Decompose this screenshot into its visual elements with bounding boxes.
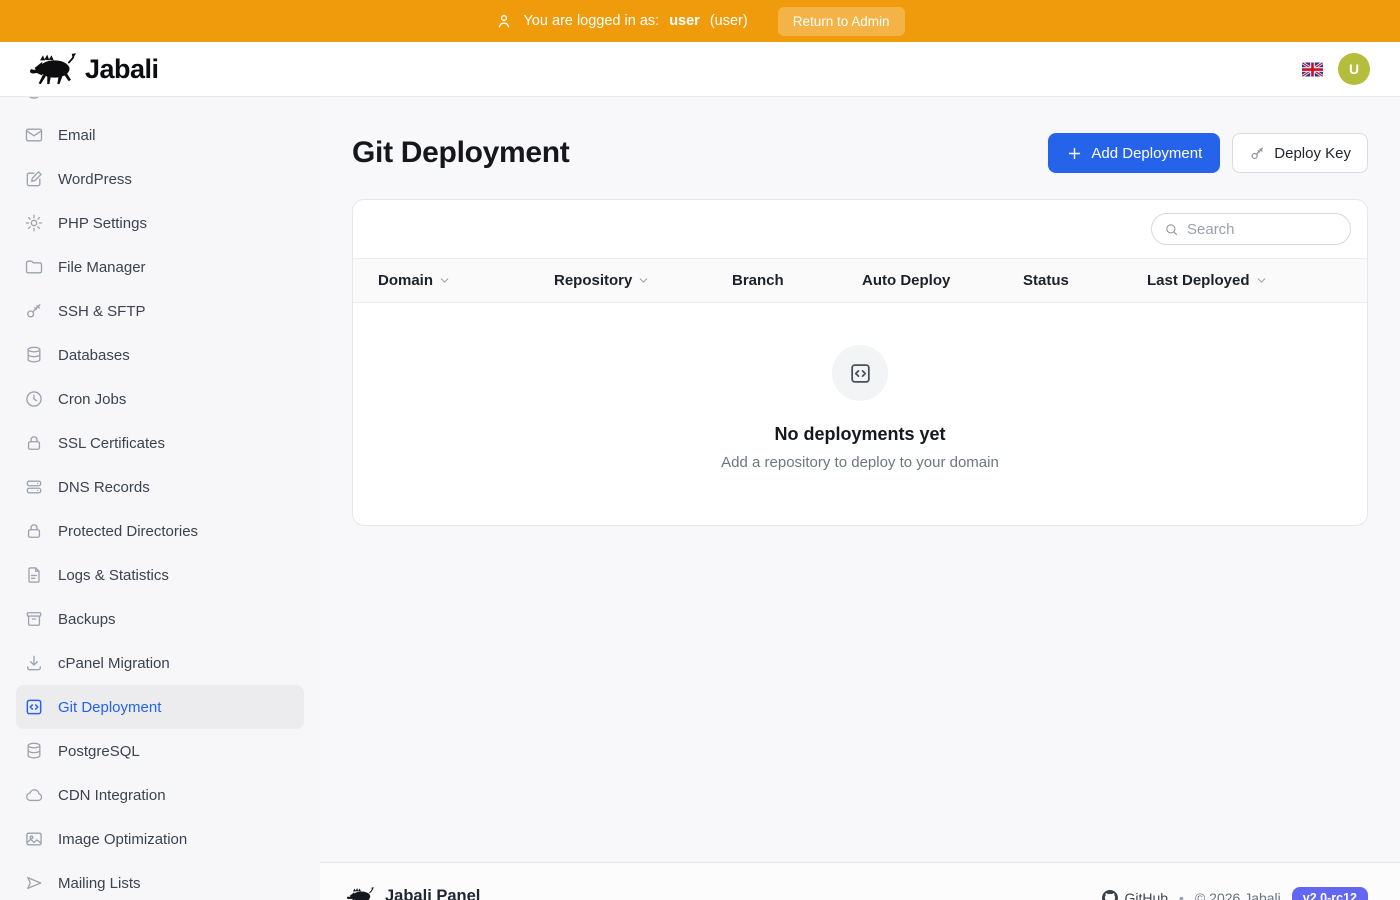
sidebar-item-php-settings[interactable]: PHP Settings	[16, 201, 304, 245]
github-icon	[1102, 890, 1118, 900]
uk-flag-icon[interactable]	[1302, 62, 1323, 77]
sidebar-item-cron-jobs[interactable]: Cron Jobs	[16, 377, 304, 421]
navbar: Jabali U	[0, 42, 1400, 97]
sidebar: Email WordPress PHP Settings File Manage…	[0, 97, 320, 900]
archive-icon	[24, 609, 44, 629]
gear-icon	[24, 213, 44, 233]
server-icon	[24, 477, 44, 497]
sidebar-item-clipped	[16, 97, 304, 113]
database-icon	[24, 345, 44, 365]
plus-icon	[1066, 145, 1083, 162]
sidebar-item-wordpress[interactable]: WordPress	[16, 157, 304, 201]
table-header-row: Domain Repository Branch Auto Deploy S	[353, 258, 1367, 303]
column-header-domain[interactable]: Domain	[378, 272, 554, 289]
paper-plane-icon	[24, 873, 44, 893]
download-icon	[24, 653, 44, 673]
footer-brand: Jabali Panel	[385, 887, 480, 900]
pencil-square-icon	[24, 169, 44, 189]
cloud-icon	[24, 785, 44, 805]
column-header-auto-deploy: Auto Deploy	[862, 272, 1023, 289]
key-icon	[24, 301, 44, 321]
document-icon	[24, 565, 44, 585]
sidebar-item-file-manager[interactable]: File Manager	[16, 245, 304, 289]
column-header-branch: Branch	[732, 272, 862, 289]
empty-state-title: No deployments yet	[774, 424, 945, 445]
sidebar-item-cdn-integration[interactable]: CDN Integration	[16, 773, 304, 817]
chevron-down-icon	[438, 274, 451, 287]
key-icon	[1249, 145, 1266, 162]
sidebar-item-mailing-lists[interactable]: Mailing Lists	[16, 861, 304, 900]
sidebar-item-git-deployment[interactable]: Git Deployment	[16, 685, 304, 729]
sidebar-item-logs-statistics[interactable]: Logs & Statistics	[16, 553, 304, 597]
deploy-key-button[interactable]: Deploy Key	[1232, 133, 1368, 173]
search-box	[1151, 213, 1351, 245]
folder-icon	[24, 257, 44, 277]
empty-state-badge	[832, 345, 888, 401]
boar-logo-icon	[347, 887, 374, 900]
sidebar-item-protected-directories[interactable]: Protected Directories	[16, 509, 304, 553]
empty-state-subtitle: Add a repository to deploy to your domai…	[721, 454, 999, 471]
page-title: Git Deployment	[352, 136, 570, 170]
return-to-admin-button[interactable]: Return to Admin	[778, 7, 905, 36]
github-link[interactable]: GitHub	[1102, 890, 1168, 900]
footer-separator: •	[1179, 890, 1184, 900]
boar-logo-icon	[30, 53, 76, 85]
code-square-icon	[24, 697, 44, 717]
impersonation-bar: You are logged in as: user (user) Return…	[0, 0, 1400, 42]
person-icon	[495, 12, 513, 30]
sidebar-item-postgresql[interactable]: PostgreSQL	[16, 729, 304, 773]
sidebar-item-ssh-sftp[interactable]: SSH & SFTP	[16, 289, 304, 333]
sidebar-item-backups[interactable]: Backups	[16, 597, 304, 641]
chevron-down-icon	[1255, 274, 1268, 287]
search-input[interactable]	[1187, 221, 1338, 238]
sidebar-item-databases[interactable]: Databases	[16, 333, 304, 377]
sidebar-item-dns-records[interactable]: DNS Records	[16, 465, 304, 509]
sidebar-item-ssl-certificates[interactable]: SSL Certificates	[16, 421, 304, 465]
version-badge: v2.0-rc12	[1292, 887, 1368, 900]
footer-copyright: © 2026 Jabali	[1195, 890, 1281, 900]
lock-icon	[24, 433, 44, 453]
user-avatar[interactable]: U	[1338, 53, 1370, 85]
clock-icon	[24, 389, 44, 409]
envelope-icon	[24, 125, 44, 145]
brand-logo[interactable]: Jabali	[30, 53, 159, 85]
search-icon	[1164, 222, 1179, 237]
code-square-icon	[848, 361, 873, 386]
column-header-last-deployed[interactable]: Last Deployed	[1147, 272, 1367, 289]
column-header-status: Status	[1023, 272, 1147, 289]
footer: Jabali Panel GitHub • © 2026 Jabali v2.0…	[320, 862, 1400, 900]
main-content: Git Deployment Add Deployment Deploy Key	[320, 97, 1400, 900]
empty-state: No deployments yet Add a repository to d…	[353, 303, 1367, 525]
add-deployment-button[interactable]: Add Deployment	[1048, 133, 1220, 173]
column-header-repository[interactable]: Repository	[554, 272, 732, 289]
globe-icon	[24, 97, 44, 101]
sidebar-item-cpanel-migration[interactable]: cPanel Migration	[16, 641, 304, 685]
chevron-down-icon	[637, 274, 650, 287]
deployments-table-card: Domain Repository Branch Auto Deploy S	[352, 199, 1368, 526]
lock-icon	[24, 521, 44, 541]
login-message: You are logged in as:	[523, 13, 659, 29]
database-icon	[24, 741, 44, 761]
sidebar-item-image-optimization[interactable]: Image Optimization	[16, 817, 304, 861]
login-username: user	[669, 13, 700, 29]
photo-icon	[24, 829, 44, 849]
brand-name: Jabali	[85, 54, 159, 85]
login-role: (user)	[710, 13, 748, 29]
sidebar-item-email[interactable]: Email	[16, 113, 304, 157]
